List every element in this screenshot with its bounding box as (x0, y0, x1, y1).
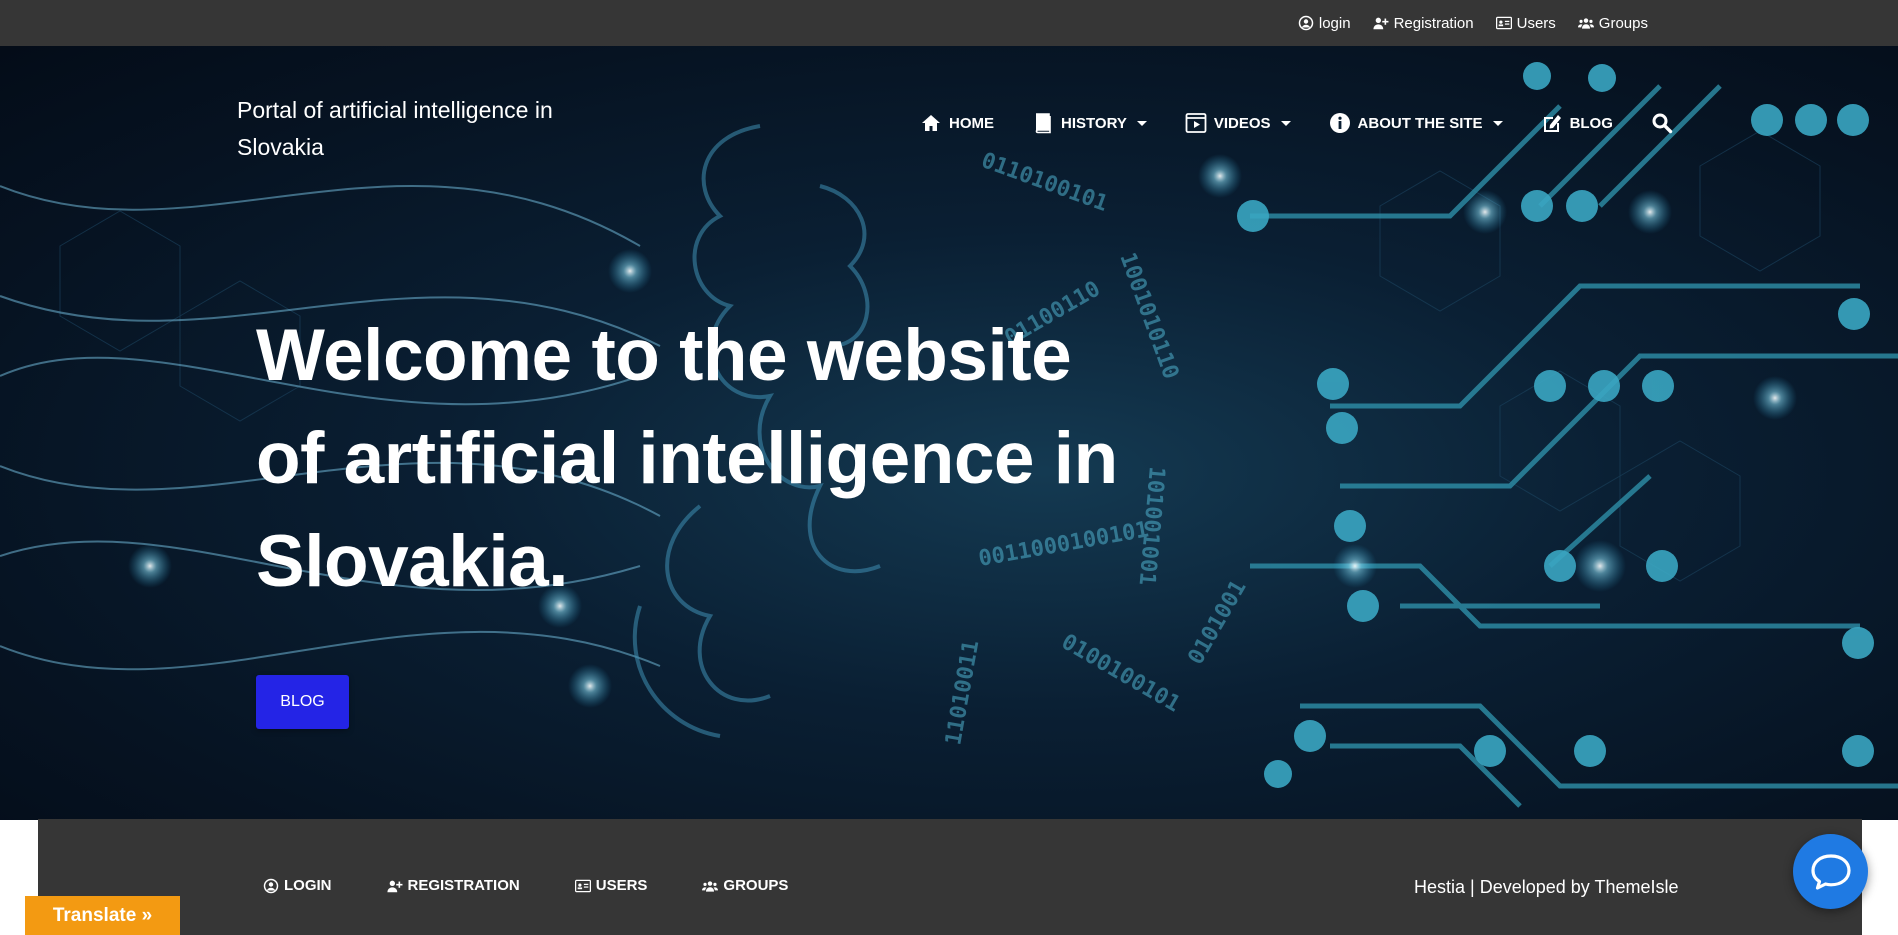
user-circle-icon (263, 878, 279, 893)
main-nav: HOME HISTORY VIDEOS ABOUT THE SITE BLOG (920, 112, 1673, 134)
footer-login-link[interactable]: LOGIN (263, 877, 332, 894)
info-icon (1329, 113, 1350, 133)
footer-links: LOGIN REGISTRATION USERS GROUPS (263, 877, 843, 894)
chevron-down-icon (1280, 120, 1291, 126)
svg-text:0101001: 0101001 (1184, 576, 1252, 669)
id-card-icon (1495, 16, 1512, 30)
nav-home-label: HOME (949, 114, 994, 132)
top-login-link[interactable]: login (1298, 15, 1351, 32)
top-registration-link[interactable]: Registration (1373, 15, 1474, 32)
site-brand[interactable]: Portal of artificial intelligence in Slo… (237, 92, 557, 166)
nav-blog-label: BLOG (1569, 114, 1613, 132)
top-groups-label: Groups (1598, 14, 1648, 32)
top-users-link[interactable]: Users (1495, 14, 1556, 32)
user-plus-icon (1373, 17, 1389, 30)
nav-history-label: HISTORY (1061, 114, 1127, 132)
top-groups-link[interactable]: Groups (1577, 14, 1648, 32)
footer: LOGIN REGISTRATION USERS GROUPS Hestia |… (38, 819, 1862, 935)
nav-about[interactable]: ABOUT THE SITE (1329, 112, 1503, 134)
nav-videos-label: VIDEOS (1213, 114, 1271, 132)
hero-section: 0110100101 1001010110 01100110 101001001… (0, 46, 1898, 820)
footer-users-link[interactable]: USERS (574, 877, 648, 894)
chevron-down-icon (1136, 120, 1147, 126)
blog-button[interactable]: BLOG (256, 675, 349, 729)
top-users-label: Users (1516, 14, 1556, 32)
book-icon (1035, 113, 1051, 134)
video-icon (1185, 113, 1207, 133)
nav-blog[interactable]: BLOG (1541, 112, 1613, 134)
nav-history[interactable]: HISTORY (1032, 112, 1147, 134)
chat-bubble-icon (1810, 853, 1851, 890)
edit-icon (1543, 115, 1561, 132)
footer-users-label: USERS (595, 877, 648, 894)
search-icon[interactable] (1651, 112, 1673, 134)
users-icon (1577, 18, 1594, 29)
footer-credit[interactable]: Hestia | Developed by ThemeIsle (1414, 877, 1678, 898)
nav-about-label: ABOUT THE SITE (1357, 114, 1483, 132)
user-circle-icon (1298, 15, 1314, 31)
top-registration-label: Registration (1393, 14, 1474, 32)
svg-text:0110100101: 0110100101 (978, 148, 1111, 217)
top-login-label: login (1318, 14, 1351, 32)
nav-videos[interactable]: VIDEOS (1185, 112, 1291, 134)
users-icon (702, 880, 719, 892)
footer-registration-link[interactable]: REGISTRATION (386, 877, 520, 894)
nav-home[interactable]: HOME (920, 112, 994, 134)
footer-registration-label: REGISTRATION (407, 877, 520, 894)
chevron-down-icon (1492, 120, 1503, 126)
id-card-icon (574, 879, 591, 892)
home-icon (922, 115, 940, 131)
top-bar-links: login Registration Users Groups (1298, 0, 1648, 46)
top-bar: login Registration Users Groups (0, 0, 1898, 46)
user-plus-icon (386, 880, 402, 892)
svg-text:0100100101: 0100100101 (1057, 630, 1184, 718)
footer-groups-link[interactable]: GROUPS (702, 877, 788, 894)
footer-groups-label: GROUPS (723, 877, 789, 894)
svg-text:11010011: 11010011 (941, 638, 984, 747)
footer-login-label: LOGIN (284, 877, 332, 894)
hero-title: Welcome to the website of artificial int… (256, 315, 1118, 602)
chat-button[interactable] (1793, 834, 1868, 909)
translate-button[interactable]: Translate » (25, 896, 180, 935)
